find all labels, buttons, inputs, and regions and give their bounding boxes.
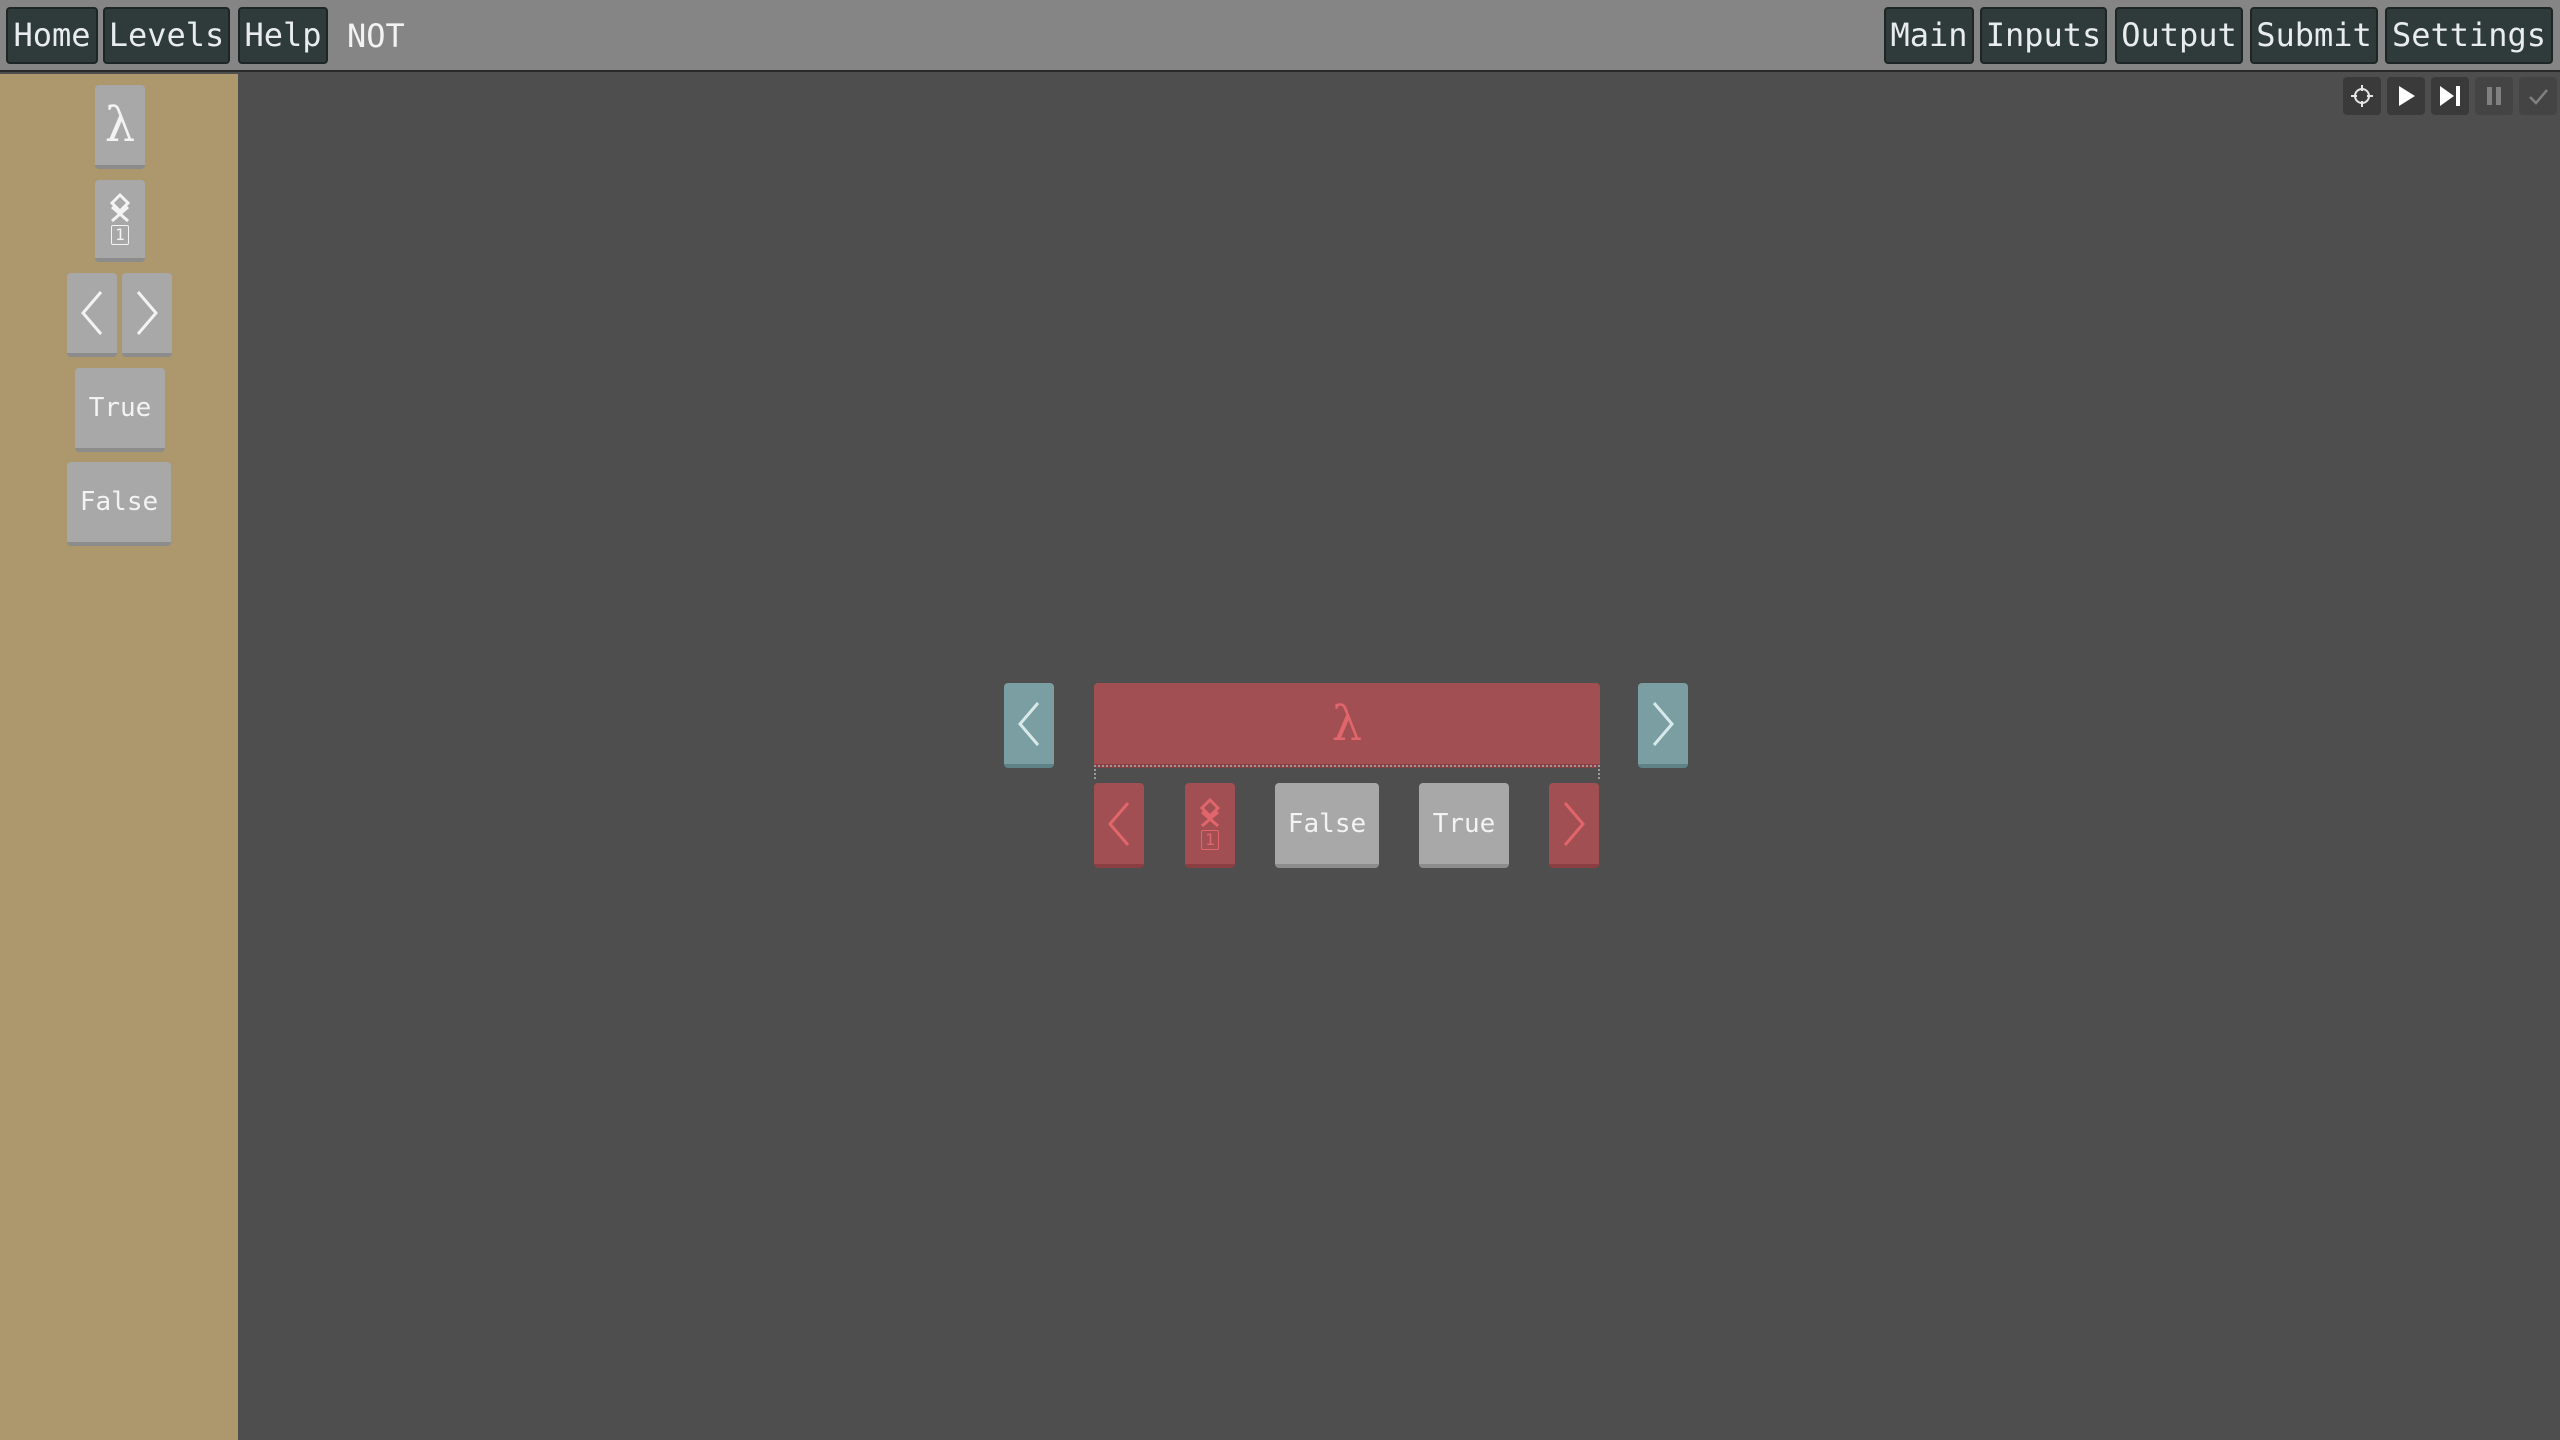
chevron-left-icon [81,291,103,335]
palette-false-tile[interactable]: False [67,462,171,546]
palette-true-tile[interactable]: True [75,368,165,452]
palette-lambda-tile[interactable]: λ [95,85,145,169]
body-right-bracket[interactable] [1549,783,1599,868]
true-label: True [88,393,152,423]
step-icon [2440,86,2460,106]
tab-inputs[interactable]: Inputs [1980,7,2107,64]
lambda-icon: λ [1331,695,1363,752]
duplicate-count: 1 [111,225,129,245]
check-button[interactable] [2519,77,2557,115]
pause-icon [2487,87,2501,105]
lambda-icon: λ [104,97,136,153]
false-label: False [79,487,159,517]
tab-output[interactable]: Output [2115,7,2243,64]
palette-sidebar [0,74,238,1440]
pause-button[interactable] [2475,77,2513,115]
duplicate-count: 1 [1201,829,1219,850]
body-left-bracket[interactable] [1094,783,1144,868]
lambda-body-slot [1094,765,1600,779]
duplicate-icon [109,193,131,223]
board-left-bracket[interactable] [1004,683,1054,768]
chevron-left-icon [1018,701,1040,746]
crosshair-icon [2351,85,2373,107]
chevron-right-icon [1563,801,1585,846]
help-button[interactable]: Help [238,7,328,64]
crosshair-button[interactable] [2343,77,2381,115]
board-lambda-tile[interactable]: λ [1094,683,1600,768]
true-label: True [1432,808,1496,839]
board-right-bracket[interactable] [1638,683,1688,768]
chevron-right-icon [1652,701,1674,746]
top-bar: Home Levels Help NOT Main Inputs Output … [0,0,2560,72]
palette-right-bracket-tile[interactable] [122,273,172,357]
chevron-left-icon [1108,801,1130,846]
duplicate-icon [1199,797,1221,827]
check-icon [2529,89,2548,105]
palette-duplicate-tile[interactable]: 1 [95,180,145,262]
home-button[interactable]: Home [6,7,98,64]
chevron-right-icon [136,291,158,335]
false-label: False [1287,808,1367,839]
play-button[interactable] [2387,77,2425,115]
levels-button[interactable]: Levels [103,7,230,64]
play-icon [2399,86,2415,106]
settings-button[interactable]: Settings [2385,7,2553,64]
body-false-tile[interactable]: False [1275,783,1379,868]
submit-button[interactable]: Submit [2250,7,2378,64]
level-title: NOT [347,17,405,55]
body-true-tile[interactable]: True [1419,783,1509,868]
tab-main[interactable]: Main [1884,7,1974,64]
step-button[interactable] [2431,77,2469,115]
body-duplicate-tile[interactable]: 1 [1185,783,1235,868]
palette-left-bracket-tile[interactable] [67,273,117,357]
